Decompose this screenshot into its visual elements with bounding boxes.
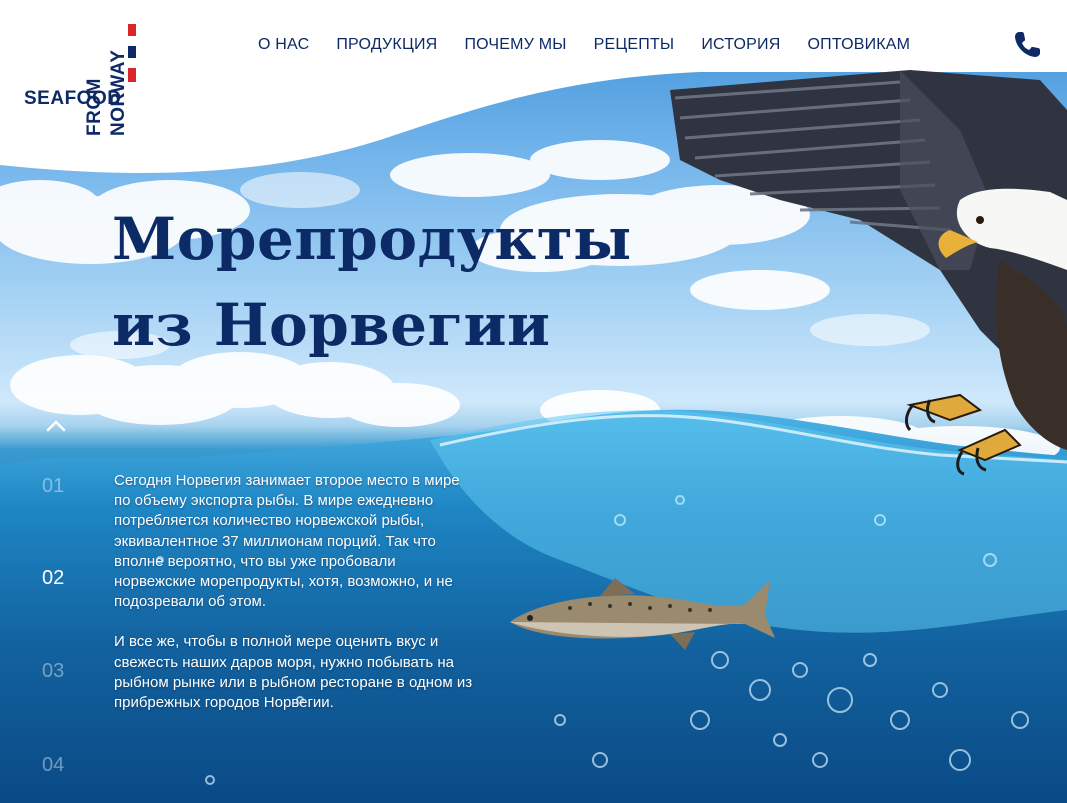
- nav-item-why-us[interactable]: ПОЧЕМУ МЫ: [464, 36, 566, 54]
- nav-item-about[interactable]: О НАС: [258, 36, 309, 54]
- eagle-image: [670, 70, 1067, 476]
- svg-text:SEAFOOD: SEAFOOD: [24, 88, 121, 109]
- phone-icon[interactable]: [1012, 30, 1042, 60]
- slide-number-04[interactable]: 04: [42, 754, 64, 777]
- hero-title-line-1: Морепродукты: [112, 205, 632, 273]
- chevron-up-icon[interactable]: [44, 416, 68, 434]
- nav-item-recipes[interactable]: РЕЦЕПТЫ: [594, 36, 675, 54]
- svg-text:NORWAY: NORWAY: [108, 50, 129, 136]
- slide-number-01[interactable]: 01: [42, 475, 64, 498]
- seafood-from-norway-logo[interactable]: SEAFOOD FROM NORWAY: [24, 18, 146, 140]
- svg-text:FROM: FROM: [84, 78, 105, 136]
- hero-paragraph-1: Сегодня Норвегия занимает второе место в…: [114, 472, 460, 611]
- hero-description: Сегодня Норвегия занимает второе место в…: [114, 471, 476, 733]
- main-navigation: О НАС ПРОДУКЦИЯ ПОЧЕМУ МЫ РЕЦЕПТЫ ИСТОРИ…: [258, 34, 910, 56]
- nav-item-products[interactable]: ПРОДУКЦИЯ: [336, 36, 437, 54]
- nav-item-history[interactable]: ИСТОРИЯ: [701, 36, 780, 54]
- salmon-image: [510, 578, 775, 650]
- hero-title: Морепродукты из Норвегии: [112, 196, 632, 368]
- slide-number-02[interactable]: 02: [42, 567, 64, 590]
- hero-title-line-2: из Норвегии: [112, 291, 551, 359]
- nav-item-wholesalers[interactable]: ОПТОВИКАМ: [807, 36, 910, 54]
- hero-section: SEAFOOD FROM NORWAY О НАС ПРОДУКЦИЯ ПОЧЕ…: [0, 0, 1067, 803]
- hero-paragraph-2: И все же, чтобы в полной мере оценить вк…: [114, 633, 473, 712]
- slide-number-03[interactable]: 03: [42, 660, 64, 683]
